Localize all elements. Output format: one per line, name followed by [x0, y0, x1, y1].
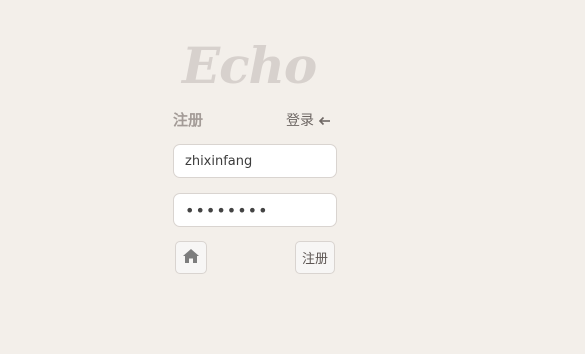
arrow-left-icon: [318, 116, 331, 126]
register-heading: 注册: [173, 111, 204, 129]
username-value: zhixinfang: [185, 153, 253, 169]
login-link[interactable]: 登录: [286, 112, 331, 130]
app-logo: Echo: [182, 36, 317, 95]
home-button[interactable]: [175, 241, 207, 274]
home-icon: [182, 248, 200, 268]
login-link-label: 登录: [286, 113, 314, 129]
username-field[interactable]: zhixinfang: [173, 144, 337, 178]
password-field[interactable]: ••••••••: [173, 193, 337, 227]
password-value: ••••••••: [185, 200, 269, 220]
register-submit-label: 注册: [301, 252, 328, 267]
register-submit-button[interactable]: 注册: [295, 241, 335, 274]
